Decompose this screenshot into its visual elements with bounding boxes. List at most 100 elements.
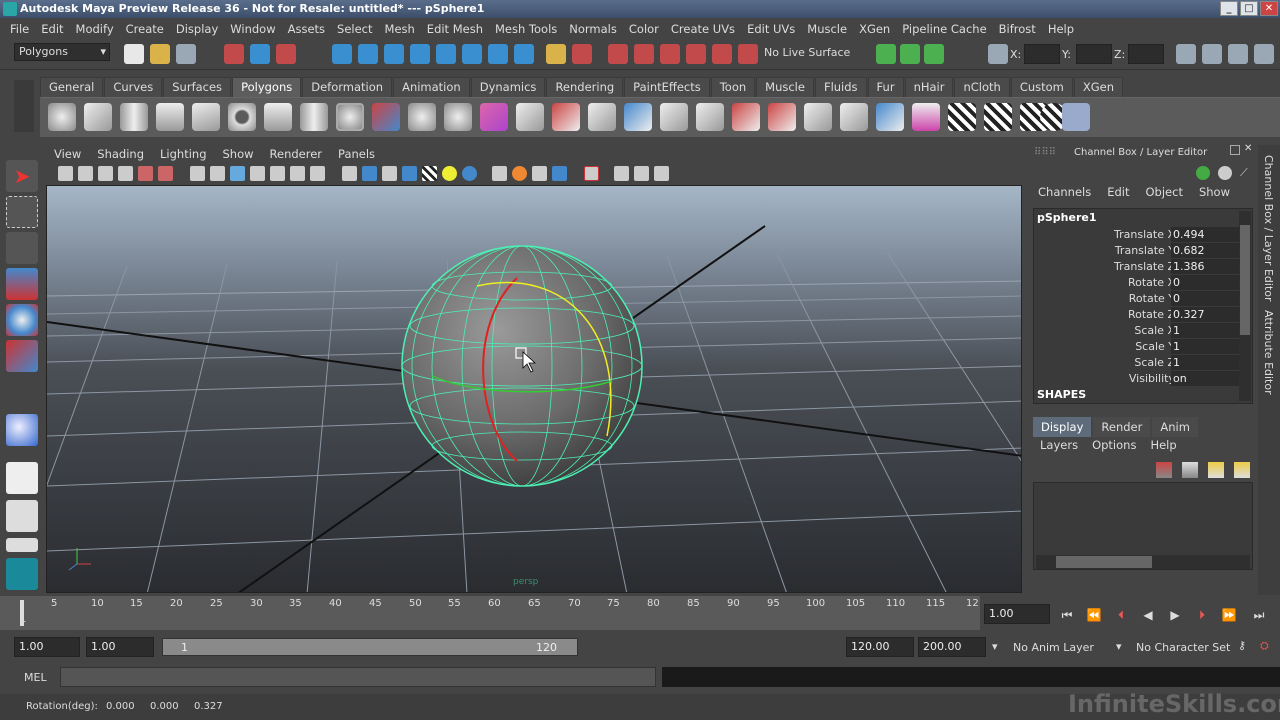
snap-point-icon[interactable]	[384, 44, 404, 64]
use-all-lights-icon[interactable]	[442, 166, 457, 181]
menu-display[interactable]: Display	[170, 22, 224, 36]
ipr-render-icon[interactable]	[634, 44, 654, 64]
poly-cube-icon[interactable]	[84, 103, 112, 131]
uv-editor-icon[interactable]	[1062, 103, 1090, 131]
xray-components-icon[interactable]	[654, 166, 669, 181]
layer-menu-options[interactable]: Options	[1085, 438, 1143, 456]
step-forward-key-icon[interactable]: ⏵	[1193, 607, 1211, 623]
grid-icon[interactable]	[190, 166, 205, 181]
shelf-tab-surfaces[interactable]: Surfaces	[163, 77, 232, 97]
playback-start-field[interactable]: 1.00	[86, 637, 154, 657]
save-scene-icon[interactable]	[176, 44, 196, 64]
shadows-icon[interactable]	[462, 166, 477, 181]
select-camera-icon[interactable]	[58, 166, 73, 181]
animation-end-field[interactable]: 200.00	[918, 637, 986, 657]
scroll-thumb[interactable]	[1240, 225, 1250, 335]
channel-value[interactable]: 0.494	[1171, 227, 1239, 242]
mel-label[interactable]: MEL	[24, 671, 47, 684]
open-scene-icon[interactable]	[150, 44, 170, 64]
new-empty-layer-icon[interactable]	[1182, 462, 1198, 478]
channel-value[interactable]: 1	[1171, 355, 1239, 370]
layer-menu-help[interactable]: Help	[1143, 438, 1183, 456]
extrude-icon[interactable]	[516, 103, 544, 131]
anim-layer-menu-icon[interactable]: ▾	[992, 640, 998, 653]
shelf-tab-xgen[interactable]: XGen	[1073, 77, 1124, 97]
smooth-icon[interactable]	[444, 103, 472, 131]
minimize-button[interactable]: _	[1220, 1, 1238, 16]
poly-cylinder-icon[interactable]	[120, 103, 148, 131]
menu-modify[interactable]: Modify	[70, 22, 120, 36]
select-component-icon[interactable]	[276, 44, 296, 64]
time-slider[interactable]: 1 5 10 15 20 25 30 35 40 45 50 55 60 65 …	[0, 596, 980, 630]
x-input[interactable]	[1024, 44, 1060, 64]
motion-blur-icon[interactable]	[512, 166, 527, 181]
cone-deform-icon[interactable]	[912, 103, 940, 131]
go-to-end-icon[interactable]: ⏭	[1250, 607, 1268, 623]
shelf-tab-fur[interactable]: Fur	[867, 77, 904, 97]
drag-handle-icon[interactable]: ⠿⠿⠿	[1034, 147, 1056, 158]
shelf-tab-rendering[interactable]: Rendering	[546, 77, 624, 97]
render-settings-icon[interactable]	[660, 44, 680, 64]
resolution-gate-icon[interactable]	[230, 166, 245, 181]
menu-muscle[interactable]: Muscle	[801, 22, 853, 36]
paint-select-tool-icon[interactable]	[6, 232, 38, 264]
film-gate-icon[interactable]	[210, 166, 225, 181]
multisample-aa-icon[interactable]	[532, 166, 547, 181]
bridge-icon[interactable]	[552, 103, 580, 131]
menu-edit-mesh[interactable]: Edit Mesh	[421, 22, 489, 36]
menu-pipeline-cache[interactable]: Pipeline Cache	[896, 22, 992, 36]
menu-assets[interactable]: Assets	[282, 22, 331, 36]
step-forward-frame-icon[interactable]: ⏩	[1220, 607, 1238, 623]
menuset-dropdown[interactable]: Polygons ▾	[14, 43, 110, 61]
char-set-menu-icon[interactable]: ▾	[1116, 640, 1122, 653]
append-polygon-icon[interactable]	[588, 103, 616, 131]
four-view-layout-icon[interactable]	[6, 500, 38, 532]
menu-normals[interactable]: Normals	[563, 22, 623, 36]
render-view-icon[interactable]	[712, 44, 732, 64]
shelf-tab-nhair[interactable]: nHair	[904, 77, 954, 97]
new-scene-icon[interactable]	[124, 44, 144, 64]
transform-input-icon[interactable]	[988, 44, 1008, 64]
modeling-toolkit-icon[interactable]	[1176, 44, 1196, 64]
new-layer-from-selection-icon[interactable]	[1156, 462, 1172, 478]
menu-mesh[interactable]: Mesh	[379, 22, 421, 36]
checker-uv-icon[interactable]	[948, 103, 976, 131]
poly-torus-icon[interactable]	[228, 103, 256, 131]
menu-edit-uvs[interactable]: Edit UVs	[741, 22, 801, 36]
lock-icon[interactable]	[546, 44, 566, 64]
channel-menu-channels[interactable]: Channels	[1030, 185, 1099, 205]
channel-row[interactable]: Translate X 0.494	[1034, 227, 1239, 243]
go-to-start-icon[interactable]: ⏮	[1058, 607, 1076, 623]
menu-help[interactable]: Help	[1042, 22, 1080, 36]
snap-help-icon[interactable]	[514, 44, 534, 64]
hypershade-icon[interactable]	[686, 44, 706, 64]
rotate-tool-icon[interactable]	[6, 304, 38, 336]
layer-list[interactable]	[1033, 482, 1253, 570]
last-tool-icon[interactable]	[6, 414, 38, 446]
menu-select[interactable]: Select	[331, 22, 378, 36]
channel-value[interactable]: 0.327	[1171, 307, 1239, 322]
layer-tab-render[interactable]: Render	[1093, 417, 1151, 437]
poly-plane-icon[interactable]	[192, 103, 220, 131]
maximize-button[interactable]: □	[1240, 1, 1258, 16]
auto-key-icon[interactable]: ⚷	[1238, 639, 1246, 652]
keyed-indicator-icon[interactable]	[1196, 166, 1210, 180]
select-tool-icon[interactable]: ➤	[6, 160, 38, 192]
merge-icon[interactable]	[696, 103, 724, 131]
channel-menu-edit[interactable]: Edit	[1099, 185, 1137, 205]
playback-end-field[interactable]: 120.00	[846, 637, 914, 657]
planar-mapping-icon[interactable]	[876, 103, 904, 131]
use-default-material-icon[interactable]	[422, 166, 437, 181]
bevel-icon[interactable]	[660, 103, 688, 131]
snap-curve-icon[interactable]	[358, 44, 378, 64]
menu-create[interactable]: Create	[120, 22, 170, 36]
snap-live-icon[interactable]	[436, 44, 456, 64]
panel-menu-lighting[interactable]: Lighting	[152, 147, 214, 161]
insert-edge-loop-icon[interactable]	[732, 103, 760, 131]
uv-layout-icon[interactable]	[984, 103, 1012, 131]
poly-soccer-ball-icon[interactable]	[336, 103, 364, 131]
multi-cut-icon[interactable]	[804, 103, 832, 131]
channel-value[interactable]: 1	[1171, 339, 1239, 354]
outliner-layout-icon[interactable]	[6, 538, 38, 552]
z-input[interactable]	[1128, 44, 1164, 64]
